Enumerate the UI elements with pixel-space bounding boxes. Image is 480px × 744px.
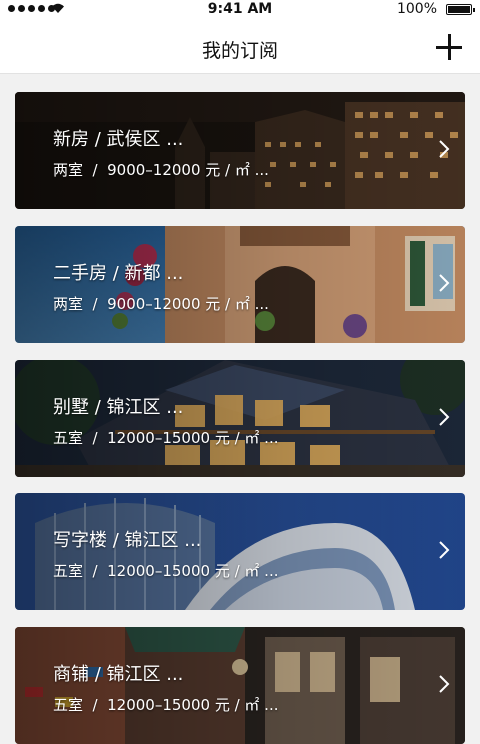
subscription-card[interactable]: 新房 / 武侯区 ... 两室 / 9000–12000 元 / ㎡ ... [15, 92, 465, 209]
chevron-right-icon [439, 408, 450, 426]
card-subtitle: 两室 / 9000–12000 元 / ㎡ ... [53, 295, 269, 313]
page-title: 我的订阅 [201, 40, 278, 62]
subscription-card[interactable]: 二手房 / 新都 ... 两室 / 9000–12000 元 / ㎡ ... [15, 226, 465, 343]
navigation-bar: 我的订阅 [0, 20, 480, 74]
card-subtitle: 五室 / 12000–15000 元 / ㎡ ... [53, 429, 279, 447]
subscription-card[interactable]: 商铺 / 锦江区 ... 五室 / 12000–15000 元 / ㎡ ... [15, 627, 465, 744]
add-subscription-button[interactable] [436, 34, 462, 60]
subscription-card[interactable]: 写字楼 / 锦江区 ... 五室 / 12000–15000 元 / ㎡ ... [15, 493, 465, 610]
chevron-right-icon [439, 675, 450, 693]
card-title: 写字楼 / 锦江区 ... [53, 530, 202, 551]
chevron-right-icon [439, 274, 450, 292]
card-title: 商铺 / 锦江区 ... [53, 664, 184, 685]
card-subtitle: 两室 / 9000–12000 元 / ㎡ ... [53, 161, 269, 179]
battery-icon [446, 4, 475, 15]
battery-percentage: 100% [396, 1, 437, 17]
chevron-right-icon [439, 140, 450, 158]
card-subtitle: 五室 / 12000–15000 元 / ㎡ ... [53, 562, 279, 580]
subscription-card[interactable]: 别墅 / 锦江区 ... 五室 / 12000–15000 元 / ㎡ ... [15, 360, 465, 477]
card-title: 二手房 / 新都 ... [53, 263, 184, 284]
card-subtitle: 五室 / 12000–15000 元 / ㎡ ... [53, 696, 279, 714]
status-bar: 9:41 AM 100% [0, 0, 480, 20]
card-title: 新房 / 武侯区 ... [53, 129, 184, 150]
chevron-right-icon [439, 541, 450, 559]
card-title: 别墅 / 锦江区 ... [53, 397, 184, 418]
